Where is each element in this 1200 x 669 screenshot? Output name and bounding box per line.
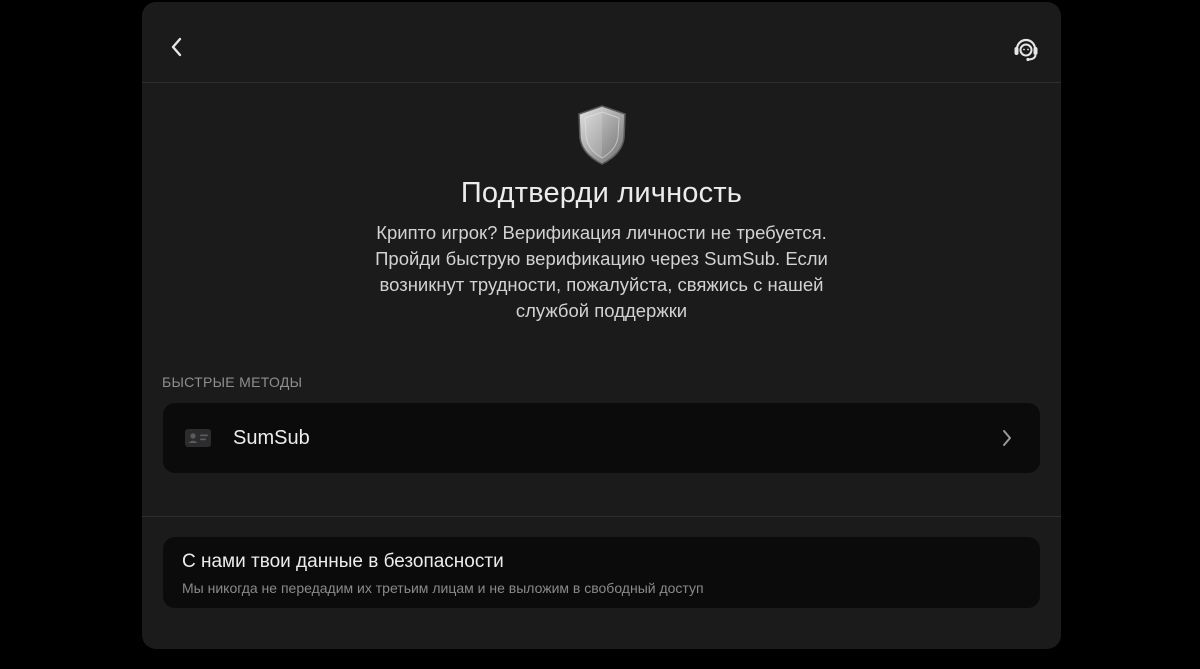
method-sumsub-button[interactable]: SumSub xyxy=(163,403,1040,473)
support-button[interactable] xyxy=(1011,34,1041,64)
chevron-right-icon xyxy=(1003,430,1011,446)
data-safety-subtitle: Мы никогда не передадим их третьим лицам… xyxy=(182,580,704,596)
data-safety-title: С нами твои данные в безопасности xyxy=(182,551,504,572)
shield-icon xyxy=(578,105,626,165)
divider xyxy=(142,516,1061,517)
verification-modal: Подтверди личность Крипто игрок? Верифик… xyxy=(142,2,1061,649)
modal-header xyxy=(142,2,1061,83)
back-button[interactable] xyxy=(164,34,190,60)
page-title: Подтверди личность xyxy=(460,177,743,209)
data-safety-card: С нами твои данные в безопасности Мы ник… xyxy=(163,537,1040,608)
section-label-quick-methods: БЫСТРЫЕ МЕТОДЫ xyxy=(162,374,303,390)
id-card-icon xyxy=(185,429,211,447)
chevron-left-icon xyxy=(171,37,182,57)
page-description: Крипто игрок? Верификация личности не тр… xyxy=(375,222,828,321)
headset-support-icon xyxy=(1014,38,1038,62)
method-label: SumSub xyxy=(233,427,310,449)
